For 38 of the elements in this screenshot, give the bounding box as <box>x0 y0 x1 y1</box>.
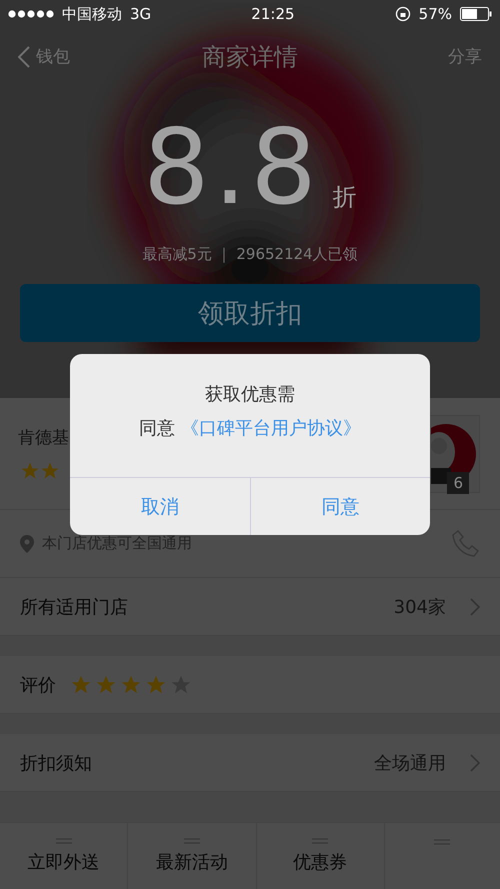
back-button[interactable]: 钱包 <box>18 45 70 68</box>
network-type: 3G <box>130 5 152 23</box>
battery-icon <box>460 7 492 21</box>
row-value: 304家 <box>394 596 446 618</box>
dialog-button[interactable]: 同意 <box>250 478 430 535</box>
carrier-name: 中国移动 <box>62 4 122 24</box>
claim-button[interactable]: 领取折扣 <box>20 284 480 342</box>
offer-subtitle: 最高减5元 ｜ 29652124人已领 <box>142 245 358 264</box>
clock-time: 21:25 <box>251 5 295 23</box>
chevron-right-icon <box>470 754 480 772</box>
row-value: 全场通用 <box>374 752 446 774</box>
share-button[interactable]: 分享 <box>448 45 482 68</box>
menu-lines-icon <box>184 838 200 844</box>
star-icon <box>70 674 92 696</box>
rotation-lock-icon <box>394 6 411 22</box>
menu-lines-icon <box>434 839 450 845</box>
signal-icon <box>8 10 54 18</box>
page-title: 商家详情 <box>202 42 298 72</box>
row-label: 评价 <box>20 674 56 696</box>
discount-value: 8.8 <box>143 115 321 219</box>
star-icon <box>95 674 117 696</box>
row-label: 折扣须知 <box>20 752 92 774</box>
dialog-button[interactable]: 取消 <box>70 478 250 535</box>
merchant-name: 肯德基 <box>18 427 69 449</box>
discount-unit: 折 <box>332 182 357 213</box>
menu-lines-icon <box>312 838 328 844</box>
chevron-right-icon <box>470 598 480 616</box>
star-icon <box>120 674 142 696</box>
dialog-message: 同意 《口碑平台用户协议》 <box>139 417 361 440</box>
chevron-left-icon <box>18 46 30 68</box>
agreement-link[interactable]: 《口碑平台用户协议》 <box>181 418 361 439</box>
location-pin-icon <box>20 534 34 552</box>
photo-count: 6 <box>447 472 469 494</box>
dialog-title: 获取优惠需 <box>205 383 295 406</box>
star-icon <box>145 674 167 696</box>
battery-percent: 57% <box>418 5 452 23</box>
menu-lines-icon <box>56 838 72 844</box>
row-label: 所有适用门店 <box>20 596 128 618</box>
